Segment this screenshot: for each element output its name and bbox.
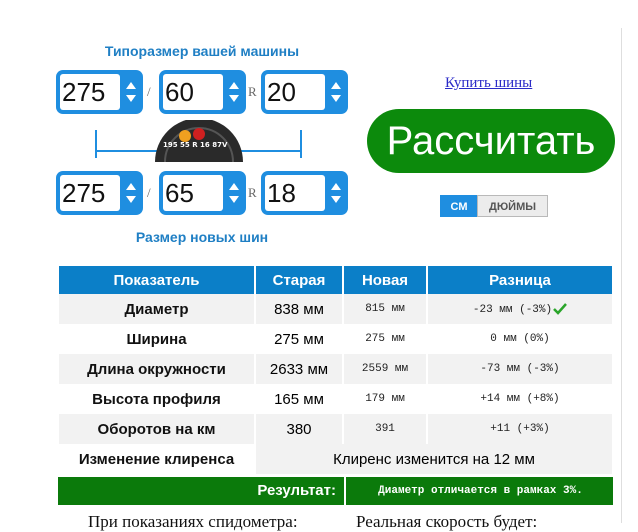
row-new: 815 мм (344, 294, 426, 324)
tire-sidewall-text: 195 55 R 16 87V (163, 141, 228, 149)
old-width-value: 275 (60, 74, 120, 110)
real-speed-label: Реальная скорость будет: (356, 512, 538, 531)
row-new: 179 мм (344, 384, 426, 414)
row-diff: +11 (+3%) (428, 414, 612, 444)
old-size-caption: Типоразмер вашей машины (104, 43, 300, 59)
row-diff: 0 мм (0%) (428, 324, 612, 354)
new-radius-value: 18 (265, 175, 325, 211)
spinner-arrows-icon (126, 183, 136, 203)
row-label: Диаметр (59, 294, 254, 324)
table-header: Показатель Старая Новая Разница (59, 266, 612, 294)
table-row: Оборотов на км 380 391 +11 (+3%) (59, 414, 612, 444)
size-separator-r: R (248, 185, 257, 200)
new-width-select[interactable]: 275 (56, 171, 143, 215)
unit-inch-button[interactable]: ДЮЙМЫ (477, 195, 548, 217)
check-icon (553, 302, 568, 315)
clearance-row: Изменение клиренса Клиренс изменится на … (59, 444, 612, 474)
row-old: 838 мм (256, 294, 342, 324)
row-old: 2633 мм (256, 354, 342, 384)
speedometer-label: При показаниях спидометра: (88, 512, 298, 531)
new-width-value: 275 (60, 175, 120, 211)
table-row: Ширина 275 мм 275 мм 0 мм (0%) (59, 324, 612, 354)
unit-cm-button[interactable]: СМ (440, 195, 478, 217)
row-label: Оборотов на км (59, 414, 254, 444)
header-diff: Разница (428, 266, 612, 294)
row-new: 275 мм (344, 324, 426, 354)
table-row: Высота профиля 165 мм 179 мм +14 мм (+8%… (59, 384, 612, 414)
row-diff: +14 мм (+8%) (428, 384, 612, 414)
old-profile-select[interactable]: 60 (159, 70, 246, 114)
size-separator-slash: / (147, 84, 151, 99)
row-label: Высота профиля (59, 384, 254, 414)
old-radius-value: 20 (265, 74, 325, 110)
size-separator-slash: / (147, 185, 151, 200)
row-old: 380 (256, 414, 342, 444)
spinner-arrows-icon (229, 82, 239, 102)
result-divider (344, 477, 346, 505)
row-diff: -73 мм (-3%) (428, 354, 612, 384)
row-new: 2559 мм (344, 354, 426, 384)
clearance-label: Изменение клиренса (59, 444, 254, 474)
new-size-caption: Размер новых шин (135, 229, 269, 245)
clearance-value: Клиренс изменится на 12 мм (256, 444, 612, 474)
row-old: 275 мм (256, 324, 342, 354)
spinner-arrows-icon (126, 82, 136, 102)
result-value: Диаметр отличается в рамках 3%. (378, 485, 583, 497)
page-divider (621, 28, 622, 523)
spinner-arrows-icon (331, 82, 341, 102)
result-label: Результат: (257, 482, 336, 499)
result-bar: Результат: Диаметр отличается в рамках 3… (58, 477, 613, 505)
new-radius-select[interactable]: 18 (261, 171, 348, 215)
header-old: Старая (256, 266, 342, 294)
old-width-select[interactable]: 275 (56, 70, 143, 114)
row-new: 391 (344, 414, 426, 444)
table-row: Длина окружности 2633 мм 2559 мм -73 мм … (59, 354, 612, 384)
buy-tires-link[interactable]: Купить шины (445, 75, 532, 92)
spinner-arrows-icon (229, 183, 239, 203)
old-profile-value: 60 (163, 74, 223, 110)
size-separator-r: R (248, 84, 257, 99)
results-table: Показатель Старая Новая Разница Диаметр … (57, 266, 614, 474)
calculate-button[interactable]: Рассчитать (367, 109, 615, 173)
old-radius-select[interactable]: 20 (261, 70, 348, 114)
spinner-arrows-icon (331, 183, 341, 203)
header-new: Новая (344, 266, 426, 294)
row-old: 165 мм (256, 384, 342, 414)
table-row: Диаметр 838 мм 815 мм -23 мм (-3%) (59, 294, 612, 324)
new-profile-value: 65 (163, 175, 223, 211)
row-diff-cell: -23 мм (-3%) (428, 294, 612, 324)
row-label: Длина окружности (59, 354, 254, 384)
header-indicator: Показатель (59, 266, 254, 294)
new-profile-select[interactable]: 65 (159, 171, 246, 215)
row-label: Ширина (59, 324, 254, 354)
row-diff: -23 мм (-3%) (472, 303, 553, 316)
